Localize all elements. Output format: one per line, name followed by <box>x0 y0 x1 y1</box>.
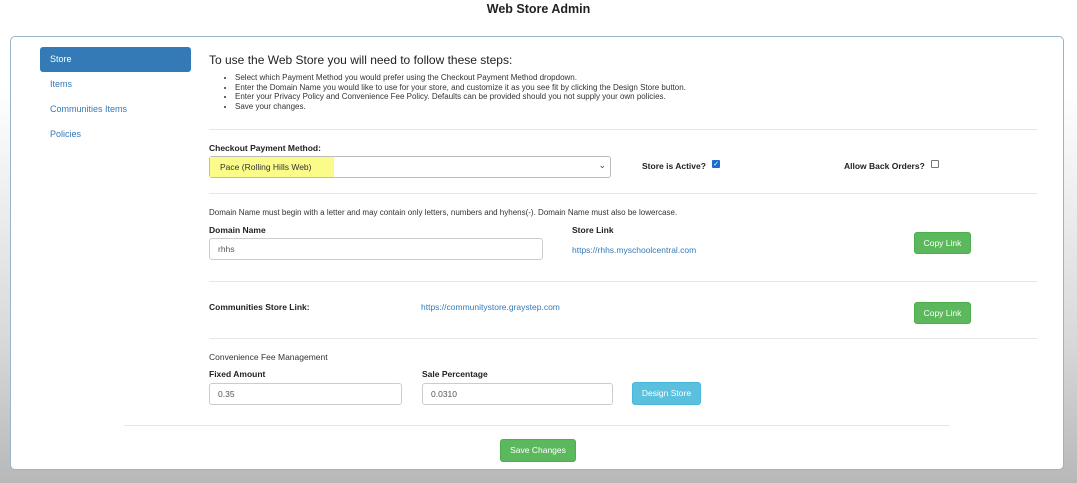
domain-name-label: Domain Name <box>209 225 266 235</box>
chevron-down-icon: ⌄ <box>598 160 606 170</box>
copy-store-link-button[interactable]: Copy Link <box>914 232 971 254</box>
nav-item-policies[interactable]: Policies <box>40 122 191 147</box>
sale-percentage-input[interactable]: 0.0310 <box>422 383 613 405</box>
store-active-label: Store is Active? <box>642 161 706 171</box>
copy-communities-link-button[interactable]: Copy Link <box>914 302 971 324</box>
nav-item-store[interactable]: Store <box>40 47 191 72</box>
fixed-amount-input[interactable]: 0.35 <box>209 383 402 405</box>
communities-link-label: Communities Store Link: <box>209 302 310 312</box>
instruction-step: Select which Payment Method you would pr… <box>235 73 935 83</box>
payment-method-selected: Pace (Rolling Hills Web) <box>210 157 334 177</box>
store-settings-panel: Store Items Communities Items Policies T… <box>10 36 1064 470</box>
sidebar-nav: Store Items Communities Items Policies <box>40 47 191 147</box>
nav-item-items[interactable]: Items <box>40 72 191 97</box>
back-orders-label: Allow Back Orders? <box>844 161 925 171</box>
page-title: Web Store Admin <box>486 2 591 16</box>
design-store-button[interactable]: Design Store <box>632 382 701 405</box>
divider <box>209 193 1037 194</box>
divider <box>209 281 1037 282</box>
instruction-step: Enter the Domain Name you would like to … <box>235 83 935 93</box>
instruction-step: Enter your Privacy Policy and Convenienc… <box>235 92 935 102</box>
payment-method-label: Checkout Payment Method: <box>209 143 321 153</box>
instruction-step: Save your changes. <box>235 102 935 112</box>
store-link[interactable]: https://rhhs.myschoolcentral.com <box>572 245 696 255</box>
communities-store-link[interactable]: https://communitystore.graystep.com <box>421 302 560 312</box>
fixed-amount-label: Fixed Amount <box>209 369 266 379</box>
sale-percentage-label: Sale Percentage <box>422 369 488 379</box>
store-link-label: Store Link <box>572 225 614 235</box>
domain-name-input[interactable]: rhhs <box>209 238 543 260</box>
domain-note: Domain Name must begin with a letter and… <box>209 208 678 217</box>
instructions-list: Select which Payment Method you would pr… <box>223 73 935 111</box>
divider <box>124 425 950 426</box>
convenience-fee-heading: Convenience Fee Management <box>209 352 328 362</box>
divider <box>209 129 1037 130</box>
save-changes-button[interactable]: Save Changes <box>500 439 576 462</box>
instructions-heading: To use the Web Store you will need to fo… <box>209 53 513 67</box>
nav-item-communities-items[interactable]: Communities Items <box>40 97 191 122</box>
store-active-checkbox[interactable]: ✓ <box>712 160 720 168</box>
back-orders-checkbox[interactable] <box>931 160 939 168</box>
payment-method-select[interactable]: Pace (Rolling Hills Web) ⌄ <box>209 156 611 178</box>
divider <box>209 338 1037 339</box>
